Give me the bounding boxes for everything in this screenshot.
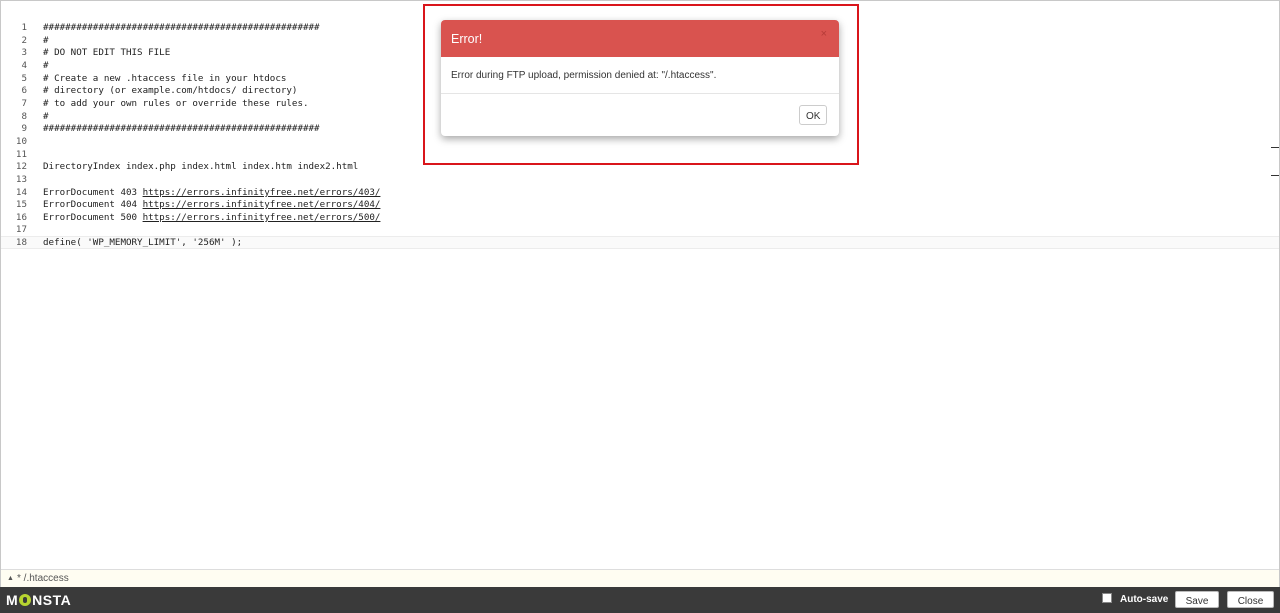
line-prefix: ErrorDocument 404 [43, 199, 143, 210]
line-number: 15 [15, 199, 27, 210]
line-text: define( 'WP_MEMORY_LIMIT', '256M' ); [43, 237, 243, 248]
error-dialog: Error! × Error during FTP upload, permis… [441, 20, 839, 136]
monsta-logo: M NSTA [6, 592, 72, 608]
dialog-body: Error during FTP upload, permission deni… [441, 57, 839, 94]
line-number: 6 [21, 85, 27, 96]
line-number: 18 [15, 237, 27, 248]
line-text: DirectoryIndex index.php index.html inde… [43, 161, 359, 172]
code-line-active: 18 define( 'WP_MEMORY_LIMIT', '256M' ); [1, 236, 1279, 249]
dialog-title: Error! [451, 32, 483, 46]
line-number: 10 [15, 136, 27, 147]
line-number: 3 [21, 47, 27, 58]
line-prefix: ErrorDocument 500 [43, 212, 143, 223]
line-number: 12 [15, 161, 27, 172]
close-icon[interactable]: × [821, 28, 827, 40]
line-number: 1 [21, 22, 27, 33]
autosave-toggle[interactable]: Auto-save [1102, 593, 1168, 605]
url-link[interactable]: https://errors.infinityfree.net/errors/4… [143, 187, 381, 198]
line-text: # [43, 60, 49, 71]
dialog-header: Error! × [441, 20, 839, 57]
line-text: ########################################… [43, 22, 320, 33]
code-line: 15 ErrorDocument 404 https://errors.infin… [1, 198, 1279, 211]
close-button[interactable]: Close [1227, 591, 1274, 608]
autosave-checkbox[interactable] [1102, 593, 1112, 603]
url-link[interactable]: https://errors.infinityfree.net/errors/4… [143, 199, 381, 210]
line-number: 13 [15, 174, 27, 185]
autosave-label: Auto-save [1120, 594, 1169, 605]
line-number: 7 [21, 98, 27, 109]
line-number: 17 [15, 224, 27, 235]
line-text: ########################################… [43, 123, 320, 134]
ok-button[interactable]: OK [799, 105, 827, 125]
file-name: * /.htaccess [17, 573, 69, 584]
code-line: 13 [1, 173, 1279, 186]
logo-o-icon [19, 594, 32, 606]
line-text: # directory (or example.com/htdocs/ dire… [43, 85, 298, 96]
line-number: 4 [21, 60, 27, 71]
line-text: ErrorDocument 404 https://errors.infinit… [43, 198, 380, 211]
error-message: Error during FTP upload, permission deni… [451, 70, 717, 81]
line-text: # to add your own rules or override thes… [43, 98, 309, 109]
file-status-bar: ▲ * /.htaccess [1, 569, 1279, 587]
footer-bar: M NSTA Auto-save Save Close [0, 587, 1280, 613]
save-button[interactable]: Save [1175, 591, 1219, 608]
scroll-marker [1271, 175, 1279, 176]
line-prefix: ErrorDocument 403 [43, 187, 143, 198]
scroll-marker [1271, 147, 1279, 148]
code-line: 17 [1, 223, 1279, 236]
caret-up-icon[interactable]: ▲ [7, 570, 14, 587]
line-number: 9 [21, 123, 27, 134]
url-link[interactable]: https://errors.infinityfree.net/errors/5… [143, 212, 381, 223]
line-text: # DO NOT EDIT THIS FILE [43, 47, 171, 58]
